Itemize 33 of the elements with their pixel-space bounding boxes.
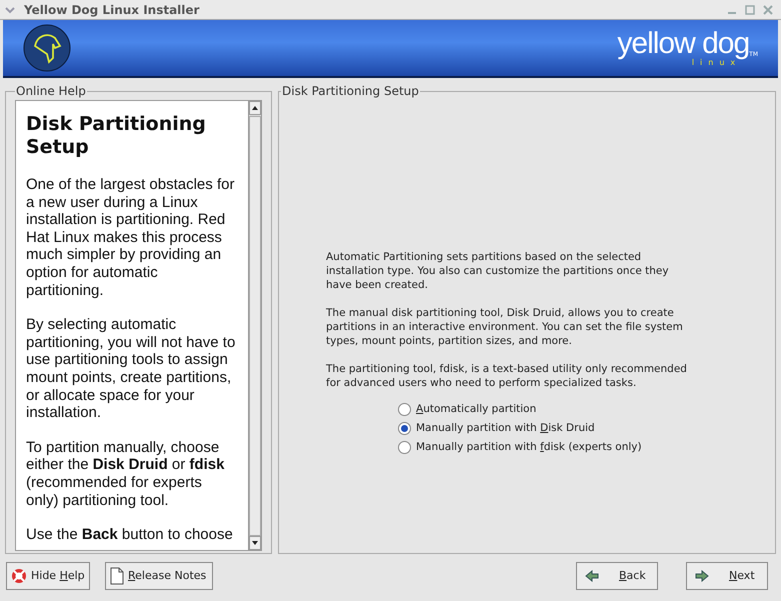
help-paragraph: To partition manually, choose either the Disk Druid or fdisk (recommended for experts only) partitioning tool. — [26, 438, 226, 510]
info-paragraph: Automatic Partitioning sets partitions based on the selected installation type. You also can customize the partitions once they have been created. — [326, 250, 670, 292]
close-icon[interactable] — [763, 4, 773, 14]
maximize-icon[interactable] — [745, 4, 755, 14]
release-notes-button[interactable]: Release Notes — [105, 562, 213, 590]
window-title: Yellow Dog Linux Installer — [24, 2, 200, 18]
radio-option[interactable]: Manually partition with fdisk (experts only) — [398, 440, 642, 454]
radio-option[interactable]: Manually partition with Disk Druid — [398, 421, 595, 435]
help-paragraph: One of the largest obstacles for a new user during a Linux installation is partitioning. Red Hat Linux makes this process much simpler by providing an option for automatic partitioning. — [26, 176, 236, 300]
next-button[interactable]: Next — [686, 562, 768, 590]
help-paragraph: By selecting automatic partitioning, you will not have to use partitioning tools to assign mount points, create partitions, or allocate space for your installation. — [26, 316, 236, 422]
lifebuoy-icon — [11, 568, 27, 584]
radio-button[interactable] — [398, 402, 411, 416]
frame-legend: Online Help — [15, 82, 87, 100]
info-paragraph: The manual disk partitioning tool, Disk Druid, allows you to create partitions in an interactive environment. You can set the file system types, mount points, partition sizes, and more. — [326, 306, 684, 348]
radio-button[interactable] — [398, 440, 411, 454]
brand-logo-text: yellow dog — [617, 29, 750, 59]
left-arrow-icon — [585, 570, 599, 582]
radio-button[interactable] — [398, 422, 411, 434]
help-paragraph: Use the Back button to choose — [26, 526, 234, 544]
help-heading: Disk Partitioning Setup — [26, 113, 207, 159]
document-icon — [110, 567, 124, 585]
frame-legend: Disk Partitioning Setup — [281, 82, 420, 100]
dog-logo-icon — [23, 24, 71, 72]
hide-help-button[interactable]: Hide Help — [6, 562, 90, 590]
info-paragraph: The partitioning tool, fdisk, is a text-based utility only recommended for advanced users who need to perform specialized tasks. — [326, 362, 688, 390]
radio-option[interactable]: Automatically partition — [398, 402, 536, 416]
right-arrow-icon — [695, 570, 709, 582]
chevron-icon[interactable] — [4, 4, 16, 14]
scroll-down-icon[interactable] — [249, 536, 261, 550]
scroll-up-icon[interactable] — [249, 101, 261, 115]
brand-sub-text: linux — [692, 59, 742, 67]
back-button[interactable]: Back — [576, 562, 658, 590]
